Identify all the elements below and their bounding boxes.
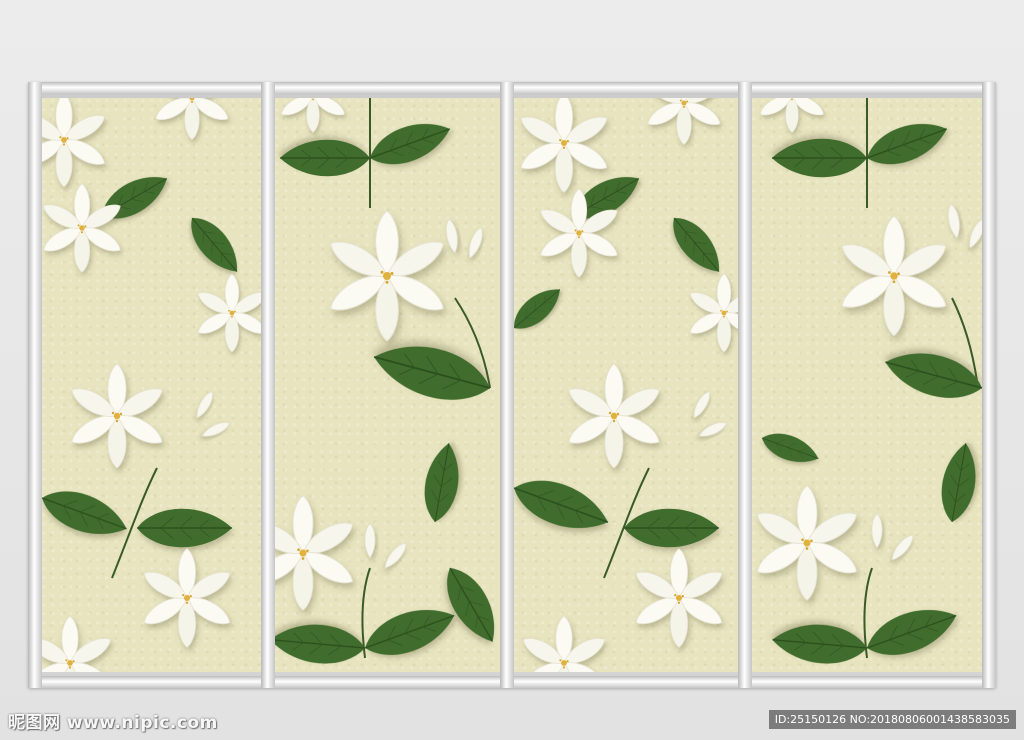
mural-panel-4 [752, 98, 982, 672]
mural-panel-1 [42, 98, 261, 672]
jasmine-pattern-panel-2 [275, 98, 500, 672]
frame-post-2 [261, 82, 275, 688]
frame-post-3 [500, 82, 514, 688]
jasmine-pattern-panel-4 [752, 98, 982, 672]
frame-post-4 [738, 82, 752, 688]
frame-post-5 [982, 82, 996, 688]
window-frame [28, 82, 996, 688]
jasmine-pattern-panel-3 [514, 98, 738, 672]
mural-panel-3 [514, 98, 738, 672]
watermark-id: ID:25150126 NO:20180806001438583035 [768, 710, 1016, 729]
frame-post-1 [28, 82, 42, 688]
watermark-site: 昵图网 www.nipic.com [8, 713, 218, 733]
mural-panel-2 [275, 98, 500, 672]
jasmine-pattern-panel-1 [42, 98, 261, 672]
